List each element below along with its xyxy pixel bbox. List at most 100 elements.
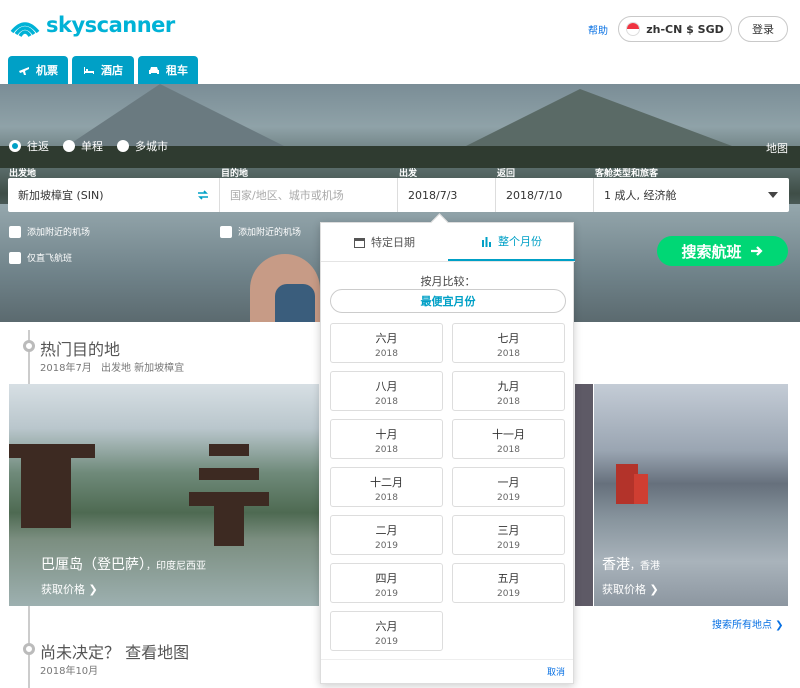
from-field[interactable]: 新加坡樟宜 (SIN) <box>8 178 220 212</box>
trip-type-multi-city[interactable]: 多城市 <box>117 138 168 154</box>
card-country: 印度尼西亚 <box>156 561 206 572</box>
cabin-value: 1 成人, 经济舱 <box>604 189 677 202</box>
month-year: 2019 <box>497 493 520 503</box>
locale-label: zh-CN $ SGD <box>646 22 724 36</box>
get-price-label: 获取价格 <box>41 583 85 596</box>
month-option[interactable]: 十月 2018 <box>330 419 443 459</box>
plane-icon <box>19 67 29 75</box>
pagoda-roof-shape <box>209 444 249 456</box>
swap-icon[interactable] <box>196 188 210 202</box>
month-name: 三月 <box>497 524 520 537</box>
month-name: 七月 <box>497 332 520 345</box>
cancel-link[interactable]: 取消 <box>547 665 565 678</box>
month-option[interactable]: 二月 2019 <box>330 515 443 555</box>
logo-text: skyscanner <box>46 13 175 37</box>
month-year: 2019 <box>497 541 520 551</box>
month-option[interactable]: 六月 2019 <box>330 611 443 651</box>
search-flights-button[interactable]: 搜索航班 <box>657 236 788 266</box>
map-link[interactable]: 地图 <box>766 140 788 156</box>
cheapest-month-button[interactable]: 最便宜月份 <box>330 289 566 313</box>
month-option[interactable]: 六月 2018 <box>330 323 443 363</box>
timeline-dot <box>23 643 35 655</box>
return-value: 2018/7/10 <box>506 188 563 202</box>
month-option[interactable]: 九月 2018 <box>452 371 565 411</box>
month-name: 八月 <box>375 380 398 393</box>
tab-specific-date-label: 特定日期 <box>371 236 415 249</box>
to-placeholder: 国家/地区、城市或机场 <box>230 189 344 202</box>
timeline-dot <box>23 340 35 352</box>
direct-only-label: 仅直飞航班 <box>27 254 73 264</box>
skyscanner-logo[interactable]: skyscanner <box>8 12 175 38</box>
compare-by-month-label: 按月比较： <box>420 275 476 288</box>
month-year: 2019 <box>375 637 398 647</box>
destination-card-bali[interactable]: 巴厘岛（登巴萨），印度尼西亚 获取价格 ❯ <box>9 384 319 606</box>
month-option[interactable]: 七月 2018 <box>452 323 565 363</box>
nearby-to-label: 添加附近的机场 <box>238 228 302 238</box>
search-all-places-link[interactable]: 搜索所有地点 ❯ <box>712 616 784 631</box>
card-title-hong-kong: 香港，香港 <box>602 554 660 574</box>
nearby-from-checkbox[interactable]: 添加附近的机场 <box>9 225 90 238</box>
month-option[interactable]: 三月 2019 <box>452 515 565 555</box>
popular-origin: 出发地 新加坡樟宜 <box>101 363 185 374</box>
month-option[interactable]: 十一月 2018 <box>452 419 565 459</box>
month-year: 2018 <box>375 397 398 407</box>
singapore-flag-icon <box>626 22 641 36</box>
get-price-label: 获取价格 <box>602 583 646 596</box>
month-year: 2018 <box>375 349 398 359</box>
trip-type-return[interactable]: 往返 <box>9 138 49 154</box>
tab-specific-date[interactable]: 特定日期 <box>321 223 448 261</box>
cabin-field[interactable]: 1 成人, 经济舱 <box>594 178 789 212</box>
card-title-bali: 巴厘岛（登巴萨），印度尼西亚 <box>41 554 206 574</box>
month-option[interactable]: 八月 2018 <box>330 371 443 411</box>
checkbox-icon <box>9 251 21 264</box>
tab-car-hire[interactable]: 租车 <box>138 56 198 84</box>
card-country-sep: ， <box>146 561 156 572</box>
month-year: 2019 <box>375 589 398 599</box>
tab-flights[interactable]: 机票 <box>8 56 68 84</box>
search-all-places-label: 搜索所有地点 <box>712 620 772 631</box>
destination-card-partial[interactable] <box>575 384 593 606</box>
calendar-icon <box>354 237 365 248</box>
car-icon <box>149 67 159 74</box>
trip-type-one-way[interactable]: 单程 <box>63 138 103 154</box>
direct-only-checkbox[interactable]: 仅直飞航班 <box>9 251 72 264</box>
tab-car-hire-label: 租车 <box>166 64 188 77</box>
month-year: 2019 <box>375 541 398 551</box>
month-option[interactable]: 十二月 2018 <box>330 467 443 507</box>
month-name: 十月 <box>375 428 398 441</box>
month-year: 2018 <box>375 445 398 455</box>
login-button[interactable]: 登录 <box>738 16 788 42</box>
tab-whole-month-label: 整个月份 <box>498 235 542 248</box>
month-option[interactable]: 五月 2019 <box>452 563 565 603</box>
locale-button[interactable]: zh-CN $ SGD <box>618 16 732 42</box>
tab-whole-month[interactable]: 整个月份 <box>448 223 575 261</box>
month-name: 四月 <box>375 572 398 585</box>
get-price-link[interactable]: 获取价格 ❯ <box>602 581 659 597</box>
tab-hotels[interactable]: 酒店 <box>72 56 134 84</box>
pagoda-roof-shape <box>9 444 95 458</box>
pagoda-roof-shape <box>199 468 259 480</box>
month-year: 2018 <box>375 493 398 503</box>
to-field[interactable]: 国家/地区、城市或机场 <box>220 178 398 212</box>
depart-field[interactable]: 2018/7/3 <box>398 178 496 212</box>
pagoda-shape <box>214 506 244 546</box>
popular-month: 2018年7月 <box>40 363 92 374</box>
date-picker-popup: 特定日期 整个月份 按月比较： 最便宜月份 六月 2018 七月 2018 八月 20… <box>320 222 575 684</box>
card-country-sep: ， <box>630 561 640 572</box>
pagoda-roof-shape <box>189 492 269 506</box>
popular-destinations-title: 热门目的地 <box>40 340 121 359</box>
search-bar: 新加坡樟宜 (SIN) 国家/地区、城市或机场 2018/7/3 2018/7/… <box>8 178 789 212</box>
help-link[interactable]: 帮助 <box>588 22 608 37</box>
destination-card-hong-kong[interactable]: 香港，香港 获取价格 ❯ <box>594 384 788 606</box>
month-option[interactable]: 四月 2019 <box>330 563 443 603</box>
month-name: 十二月 <box>370 476 403 489</box>
month-name: 六月 <box>375 332 398 345</box>
nearby-to-checkbox[interactable]: 添加附近的机场 <box>220 225 301 238</box>
depart-value: 2018/7/3 <box>408 188 458 202</box>
card-country: 香港 <box>640 561 660 572</box>
get-price-link[interactable]: 获取价格 ❯ <box>41 581 98 597</box>
month-option[interactable]: 一月 2019 <box>452 467 565 507</box>
search-flights-label: 搜索航班 <box>681 242 742 261</box>
return-field[interactable]: 2018/7/10 <box>496 178 594 212</box>
pagoda-shape <box>21 458 71 528</box>
